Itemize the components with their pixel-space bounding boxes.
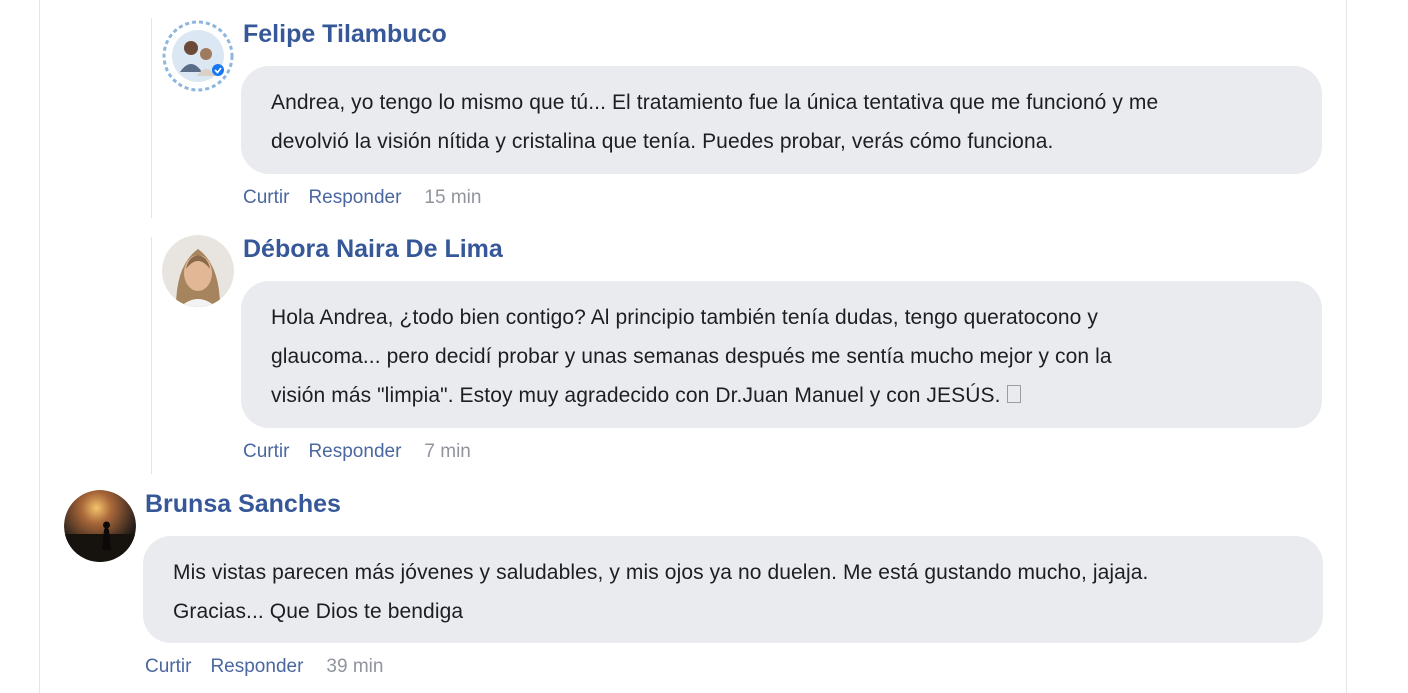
content-border-left xyxy=(39,0,40,693)
avatar-debora[interactable] xyxy=(162,235,234,307)
avatar-image xyxy=(162,20,234,92)
comment-text-line: devolvió la visión nítida y cristalina q… xyxy=(271,130,1054,153)
comment-text-line: Gracias... Que Dios te bendiga xyxy=(173,600,464,623)
comment-text-line: visión más "limpia". Estoy muy agradecid… xyxy=(271,376,1292,415)
content-border-right xyxy=(1346,0,1347,693)
comment-actions: Curtir Responder 39 min xyxy=(145,656,383,678)
avatar-image xyxy=(64,490,136,562)
comment-timestamp[interactable]: 39 min xyxy=(326,656,383,677)
comment-actions: Curtir Responder 15 min xyxy=(243,187,481,209)
comment-author[interactable]: Felipe Tilambuco xyxy=(243,20,447,49)
avatar-felipe[interactable] xyxy=(162,20,234,92)
comment-timestamp[interactable]: 7 min xyxy=(424,441,470,462)
reply-thread-line xyxy=(151,18,152,218)
reply-thread-line xyxy=(151,237,152,474)
like-link[interactable]: Curtir xyxy=(243,187,289,208)
comment-author[interactable]: Brunsa Sanches xyxy=(145,490,341,519)
comments-section: Felipe Tilambuco Andrea, yo tengo lo mis… xyxy=(0,0,1408,693)
comment-text-line: Andrea, yo tengo lo mismo que tú... El t… xyxy=(271,91,1159,114)
comment-bubble: Hola Andrea, ¿todo bien contigo? Al prin… xyxy=(241,281,1322,428)
avatar-brunsa[interactable] xyxy=(64,490,136,562)
comment-text-line: Mis vistas parecen más jóvenes y saludab… xyxy=(173,561,1149,584)
reply-link[interactable]: Responder xyxy=(308,187,401,208)
comment-bubble: Andrea, yo tengo lo mismo que tú... El t… xyxy=(241,66,1322,174)
comment-author[interactable]: Débora Naira De Lima xyxy=(243,235,503,264)
comment-bubble: Mis vistas parecen más jóvenes y saludab… xyxy=(143,536,1323,643)
missing-glyph-icon xyxy=(1006,385,1021,403)
comment-text-line: Hola Andrea, ¿todo bien contigo? Al prin… xyxy=(271,306,1098,329)
like-link[interactable]: Curtir xyxy=(145,656,191,677)
comment-text: visión más "limpia". Estoy muy agradecid… xyxy=(271,384,1001,407)
comment-actions: Curtir Responder 7 min xyxy=(243,441,471,463)
reply-link[interactable]: Responder xyxy=(308,441,401,462)
reply-link[interactable]: Responder xyxy=(210,656,303,677)
like-link[interactable]: Curtir xyxy=(243,441,289,462)
avatar-image xyxy=(162,235,234,307)
comment-timestamp[interactable]: 15 min xyxy=(424,187,481,208)
comment-text-line: glaucoma... pero decidí probar y unas se… xyxy=(271,345,1112,368)
